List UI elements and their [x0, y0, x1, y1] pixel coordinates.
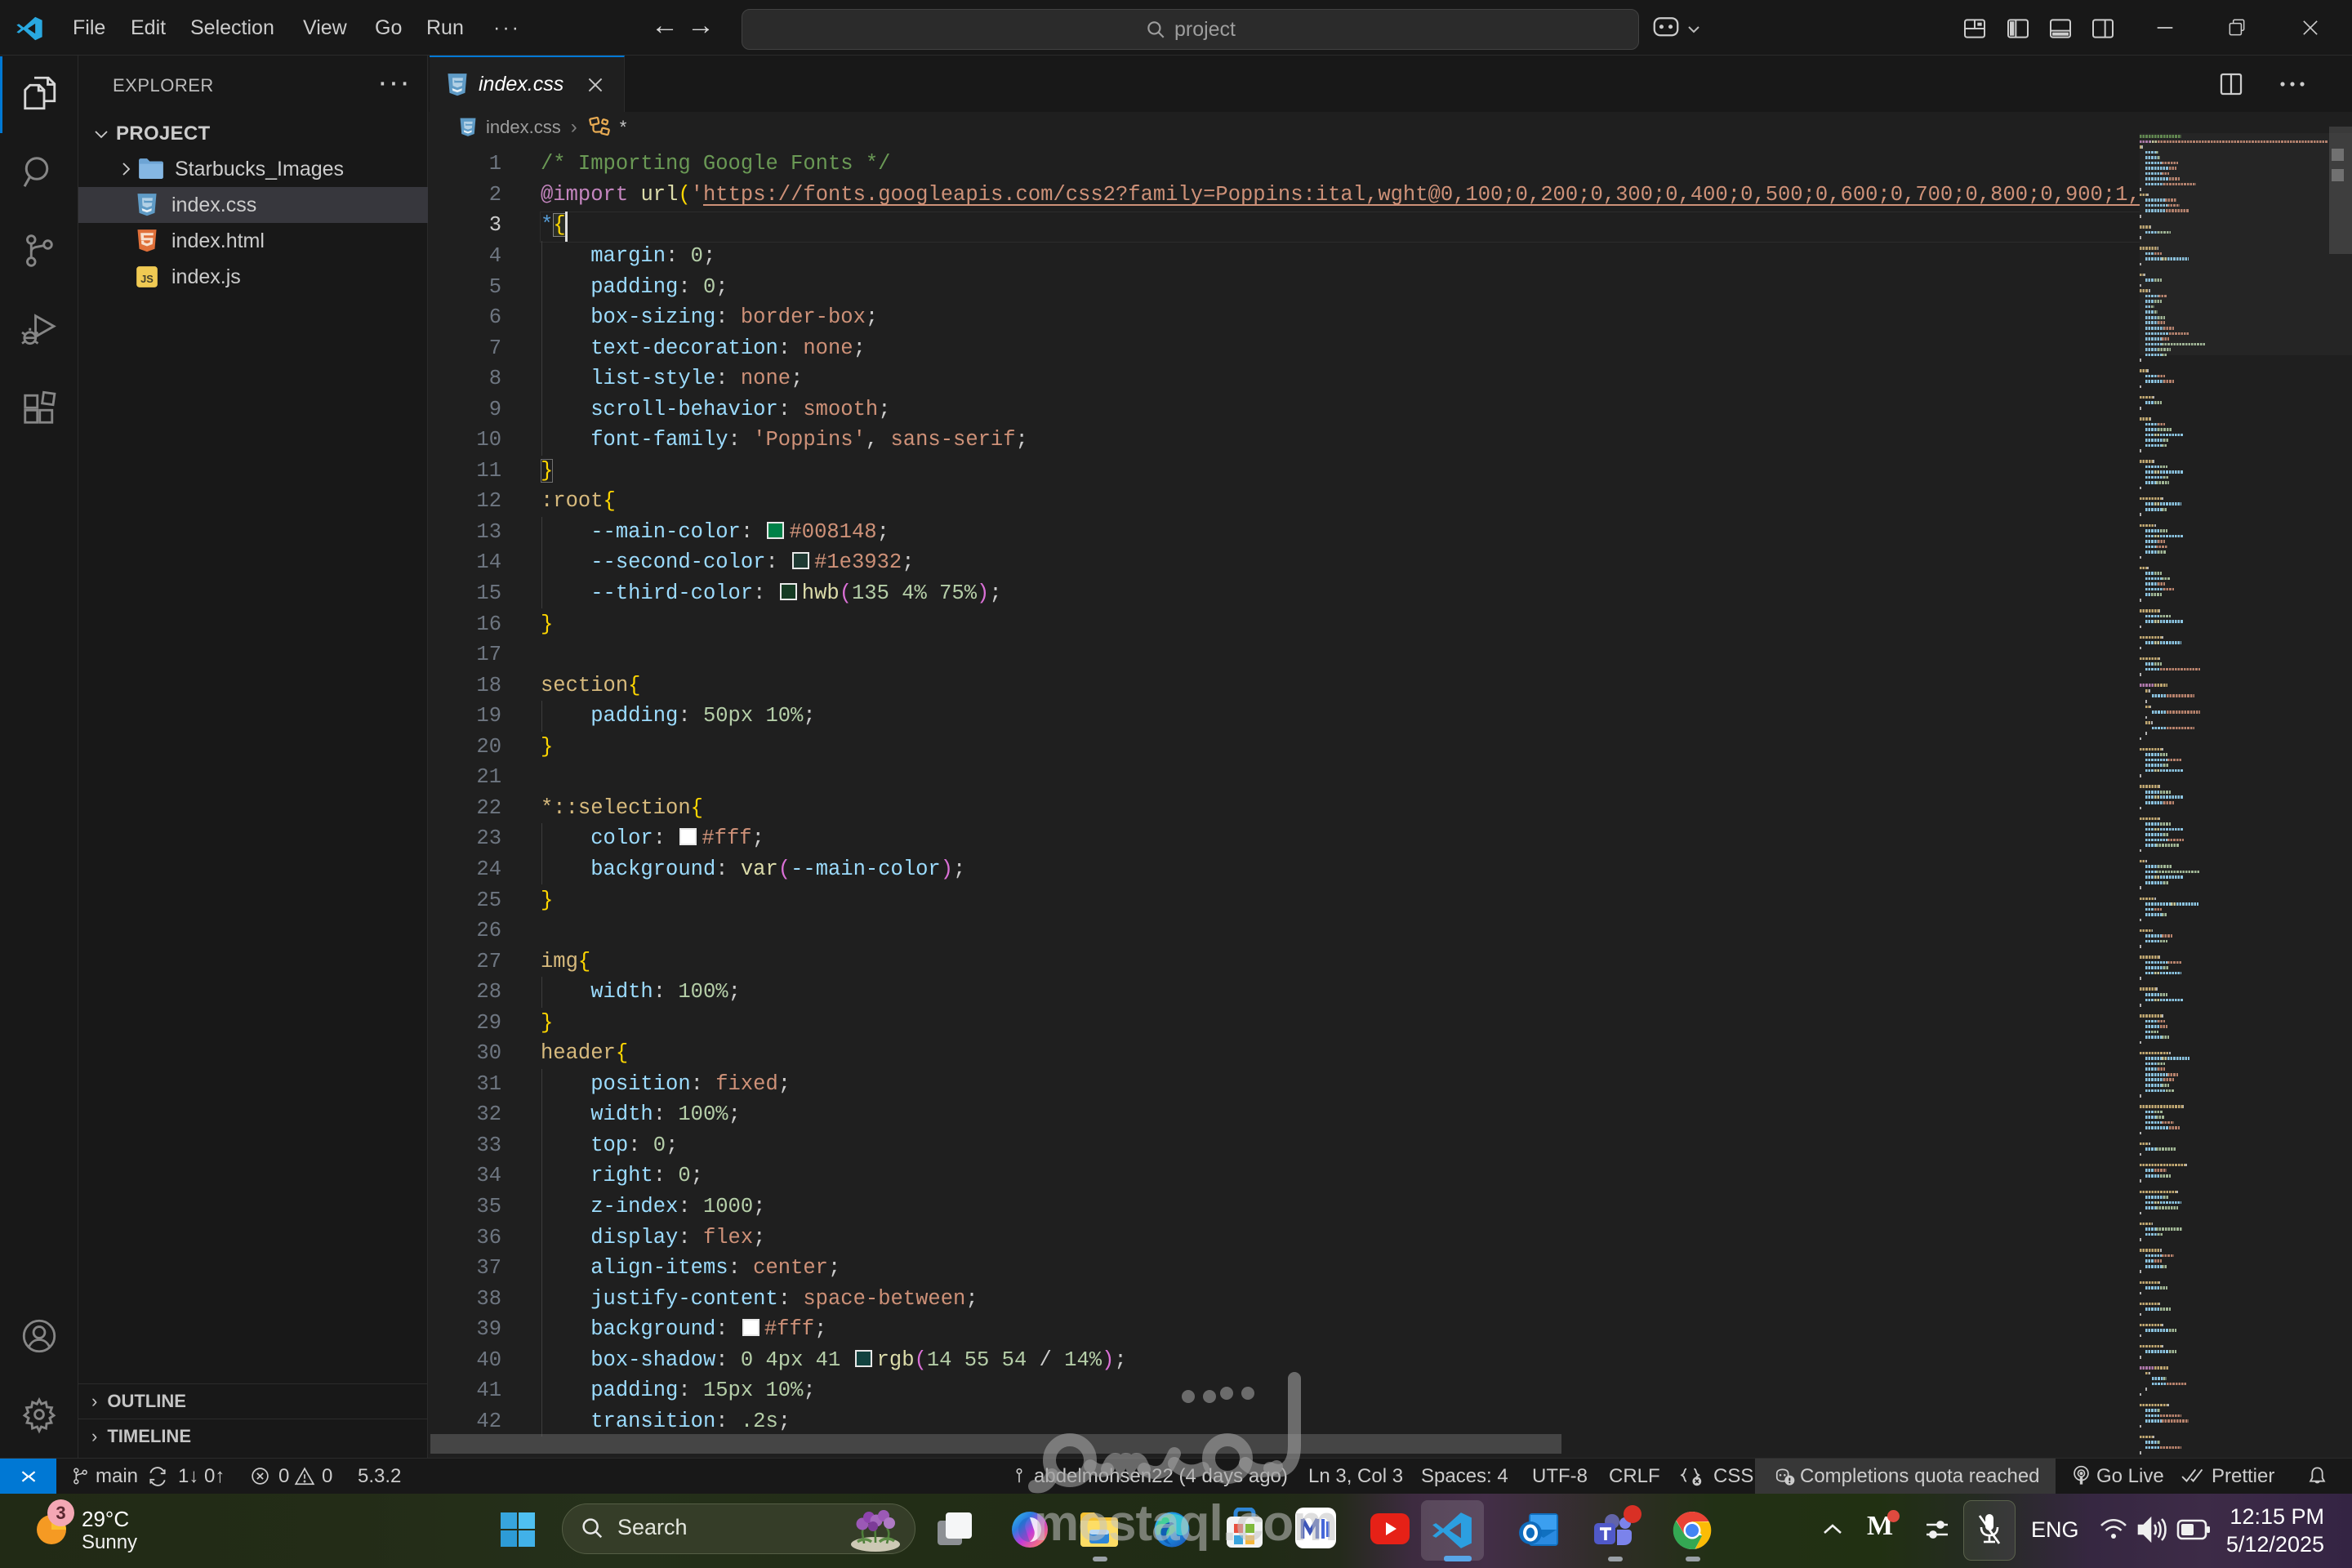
svg-text:JS: JS — [140, 273, 154, 285]
